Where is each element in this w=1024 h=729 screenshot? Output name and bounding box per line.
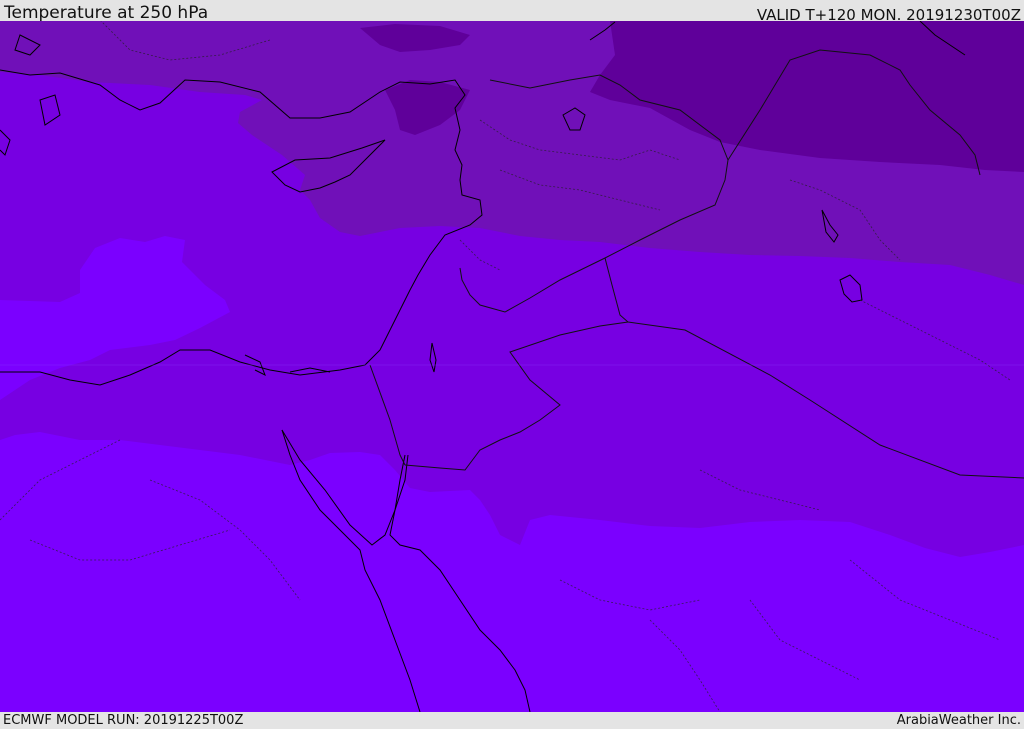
footer-bar: ECMWF MODEL RUN: 20191225T00Z ArabiaWeat…	[0, 712, 1024, 729]
credit-label: ArabiaWeather Inc.	[896, 713, 1021, 728]
map-svg	[0, 21, 1024, 712]
model-run-label: ECMWF MODEL RUN: 20191225T00Z	[3, 713, 244, 728]
page: Temperature at 250 hPa VALID T+120 MON. …	[0, 0, 1024, 729]
weather-map[interactable]	[0, 21, 1024, 712]
chart-title: Temperature at 250 hPa	[4, 3, 209, 23]
header-bar: Temperature at 250 hPa VALID T+120 MON. …	[0, 0, 1024, 24]
